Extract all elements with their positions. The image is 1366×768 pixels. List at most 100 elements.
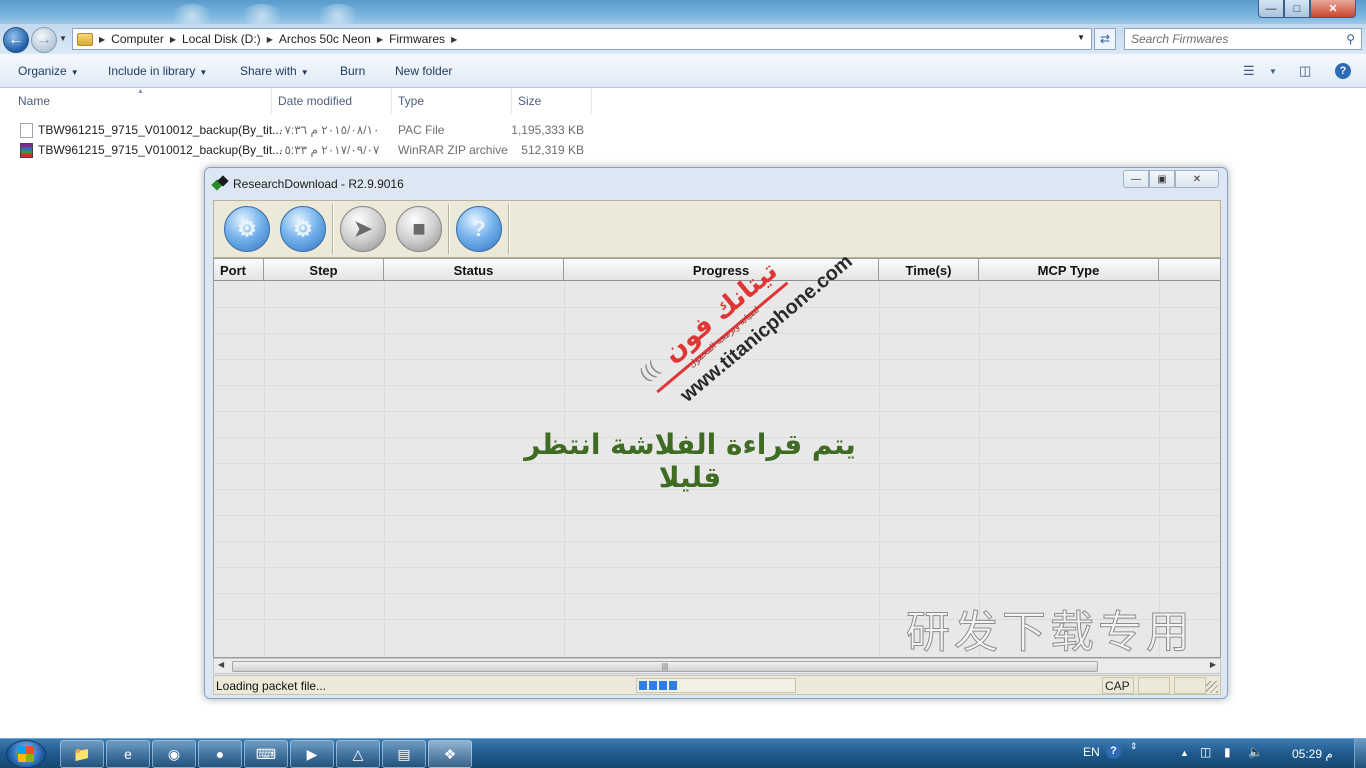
file-row[interactable]: TBW961215_9715_V010012_backup(By_tit... …	[0, 140, 600, 160]
column-step[interactable]: Step	[264, 259, 384, 281]
windows-logo-icon	[18, 746, 34, 762]
breadcrumb-local-disk[interactable]: Local Disk (D:)	[182, 32, 261, 46]
include-in-library-label: Include in library	[108, 64, 196, 78]
progress-fill	[639, 681, 678, 690]
file-size: 512,319 KB	[521, 143, 584, 157]
load-packet-icon[interactable]: ⚙	[224, 206, 270, 252]
breadcrumb-computer[interactable]: Computer	[111, 32, 164, 46]
chrome-icon[interactable]: ◉	[152, 740, 196, 768]
change-view-icon[interactable]: ☰	[1243, 63, 1255, 79]
address-bar[interactable]: ▶ Computer ▶ Local Disk (D:) ▶ Archos 50…	[72, 28, 1092, 50]
column-mcp-type[interactable]: MCP Type	[979, 259, 1159, 281]
show-hidden-icons-icon[interactable]: ▲	[1180, 748, 1189, 758]
status-panel	[1174, 677, 1206, 694]
breadcrumb-separator[interactable]: ▶	[267, 35, 273, 44]
preview-pane-icon[interactable]: ◫	[1299, 63, 1311, 79]
toolbar-divider	[448, 204, 450, 254]
start-icon[interactable]: ➤	[340, 206, 386, 252]
column-date-modified[interactable]: Date modified	[272, 88, 392, 114]
minimize-button[interactable]: —	[1258, 0, 1284, 18]
stop-icon[interactable]: ■	[396, 206, 442, 252]
status-text: Loading packet file...	[216, 679, 327, 693]
view-options-dropdown[interactable]: ▼	[1269, 67, 1277, 76]
back-button[interactable]: ←	[3, 27, 29, 53]
close-button[interactable]: ✕	[1310, 0, 1356, 18]
network-signal-icon[interactable]: ▮	[1224, 745, 1231, 759]
settings-icon[interactable]: ⚙	[280, 206, 326, 252]
start-button[interactable]	[6, 740, 46, 768]
language-options-icon[interactable]: ⇕	[1130, 741, 1138, 752]
signal-waves-icon: (((	[635, 357, 663, 385]
share-with-label: Share with	[240, 64, 297, 78]
show-desktop-button[interactable]	[1354, 739, 1366, 768]
address-dropdown[interactable]: ▼	[1077, 33, 1085, 42]
organize-button[interactable]: Organize ▼	[18, 64, 79, 78]
refresh-button[interactable]: ⇄	[1094, 28, 1116, 50]
horizontal-scrollbar[interactable]: ◀ ||| ▶	[213, 658, 1221, 674]
command-bar: Organize ▼ Include in library ▼ Share with…	[0, 54, 1366, 88]
help-icon[interactable]: ?	[1106, 744, 1121, 759]
column-port[interactable]: Port	[214, 259, 264, 281]
file-row[interactable]: TBW961215_9715_V010012_backup(By_tit... …	[0, 120, 600, 140]
explorer-icon[interactable]: 📁	[60, 740, 104, 768]
scroll-left-icon[interactable]: ◀	[218, 660, 224, 669]
ie-icon[interactable]: e	[106, 740, 150, 768]
file-name: TBW961215_9715_V010012_backup(By_tit...	[38, 123, 283, 137]
scroll-right-icon[interactable]: ▶	[1210, 660, 1216, 669]
researchdownload-window-controls: — ▣ ✕	[1123, 170, 1219, 188]
search-placeholder: Search Firmwares	[1131, 32, 1229, 46]
usb-device-icon[interactable]: ◫	[1200, 745, 1211, 759]
minimize-button[interactable]: —	[1123, 170, 1149, 188]
folder-icon	[77, 32, 93, 46]
help-icon[interactable]: ?	[456, 206, 502, 252]
toolbar-divider	[508, 204, 510, 254]
breadcrumb-separator[interactable]: ▶	[170, 35, 176, 44]
breadcrumb-separator[interactable]: ▶	[451, 35, 457, 44]
loading-progress-bar	[636, 678, 796, 693]
breadcrumb-separator[interactable]: ▶	[377, 35, 383, 44]
notepad-icon[interactable]: ▤	[382, 740, 426, 768]
close-button[interactable]: ✕	[1175, 170, 1219, 188]
language-indicator[interactable]: EN	[1083, 745, 1100, 759]
column-size[interactable]: Size	[512, 88, 592, 114]
file-date: ٢٠١٧/٠٩/٠٧ م ٠٥:٣٣	[278, 143, 380, 157]
maximize-button[interactable]: ▣	[1149, 170, 1175, 188]
firefox-icon[interactable]: ●	[198, 740, 242, 768]
file-type: PAC File	[398, 123, 445, 137]
maximize-button[interactable]: □	[1284, 0, 1310, 18]
vlc-icon[interactable]: △	[336, 740, 380, 768]
chinese-watermark: 研发下载专用	[906, 607, 1194, 659]
grid-line	[214, 541, 1220, 542]
volume-icon[interactable]: 🔈	[1248, 745, 1263, 759]
breadcrumb-archos[interactable]: Archos 50c Neon	[279, 32, 371, 46]
search-icon[interactable]: ⚲	[1346, 32, 1355, 46]
breadcrumb-separator[interactable]: ▶	[99, 35, 105, 44]
help-icon[interactable]: ?	[1335, 63, 1351, 79]
status-bar: Loading packet file... CAP	[213, 675, 1221, 695]
organize-label: Organize	[18, 64, 67, 78]
researchdownload-icon[interactable]: ❖	[428, 740, 472, 768]
resize-grip[interactable]	[1206, 681, 1218, 693]
search-input[interactable]: Search Firmwares ⚲	[1124, 28, 1362, 50]
include-in-library-button[interactable]: Include in library ▼	[108, 64, 207, 78]
burn-button[interactable]: Burn	[340, 64, 365, 78]
column-time[interactable]: Time(s)	[879, 259, 979, 281]
chevron-down-icon: ▼	[199, 68, 208, 77]
share-with-button[interactable]: Share with ▼	[240, 64, 309, 78]
column-status[interactable]: Status	[384, 259, 564, 281]
file-type: WinRAR ZIP archive	[398, 143, 508, 157]
chevron-down-icon: ▼	[70, 68, 79, 77]
system-clock[interactable]: 05:29 م	[1292, 747, 1333, 761]
new-folder-button[interactable]: New folder	[395, 64, 452, 78]
breadcrumb-firmwares[interactable]: Firmwares	[389, 32, 445, 46]
grid-column-line	[384, 281, 385, 657]
recent-pages-dropdown[interactable]: ▼	[59, 34, 67, 43]
winrar-archive-icon	[20, 143, 33, 158]
column-type[interactable]: Type	[392, 88, 512, 114]
file-list-header: ▲ Name Date modified Type Size	[0, 88, 600, 114]
forward-button[interactable]: →	[31, 27, 57, 53]
scrollbar-thumb[interactable]: |||	[232, 661, 1098, 672]
media-player-icon[interactable]: ▶	[290, 740, 334, 768]
column-name[interactable]: Name	[12, 88, 272, 114]
keyboard-app-icon[interactable]: ⌨	[244, 740, 288, 768]
